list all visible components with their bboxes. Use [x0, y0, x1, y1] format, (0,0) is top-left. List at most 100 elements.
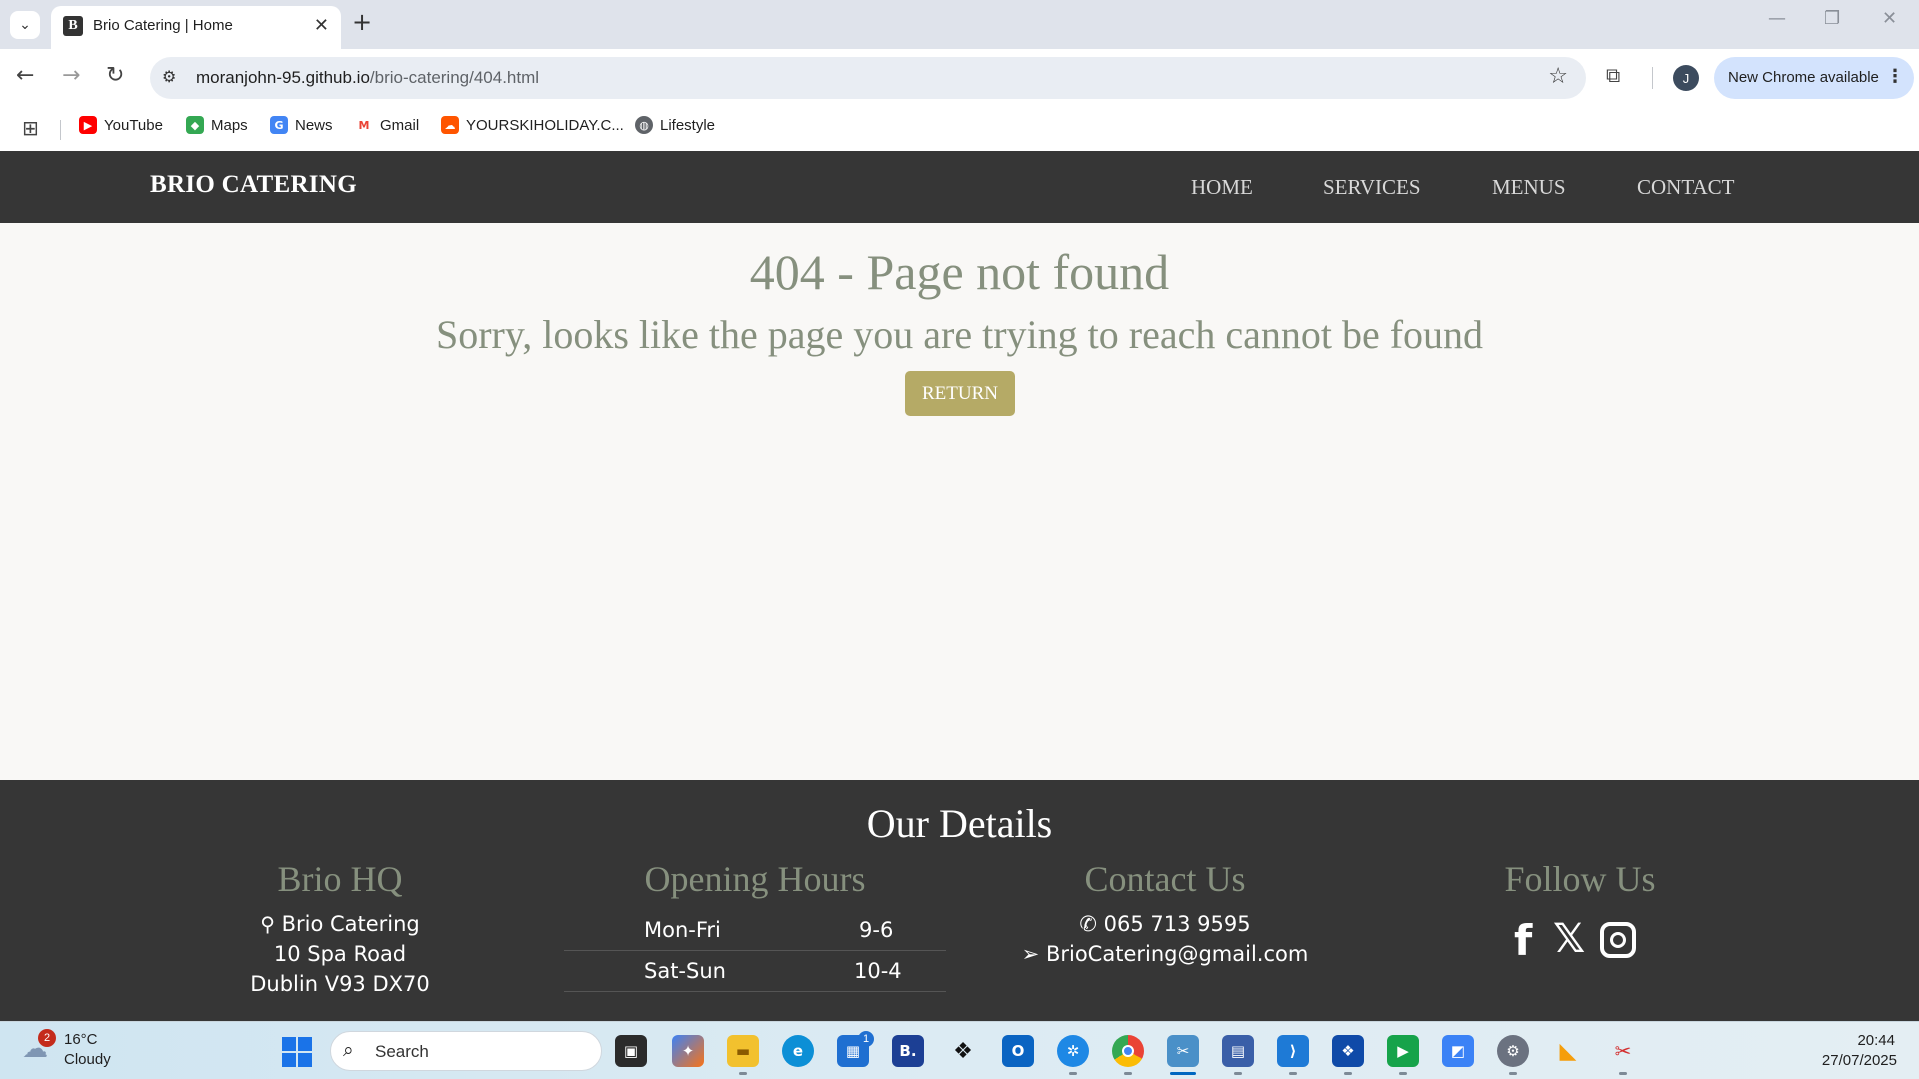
dropbox-icon[interactable]: ❖: [947, 1035, 979, 1067]
taskbar-search[interactable]: ⌕ Search: [330, 1031, 602, 1071]
nav-home[interactable]: HOME: [1191, 175, 1253, 200]
bookmark-maps[interactable]: ◆ Maps: [186, 116, 248, 134]
running-indicator: [1289, 1072, 1297, 1075]
globe-icon: ◍: [635, 116, 653, 134]
map-pin-icon: ⚲: [260, 912, 275, 936]
error-title: 404 - Page not found: [749, 244, 1170, 300]
bookmark-label: YouTube: [104, 116, 163, 134]
weather-temp[interactable]: 16°C: [64, 1031, 98, 1048]
outlook-icon[interactable]: O: [1002, 1035, 1034, 1067]
nav-menus[interactable]: MENUS: [1492, 175, 1566, 200]
bookmark-label: Maps: [211, 116, 248, 134]
clock-time[interactable]: 20:44: [1857, 1032, 1895, 1049]
running-indicator: [1399, 1072, 1407, 1075]
close-tab-icon[interactable]: ✕: [314, 15, 329, 36]
search-label: Search: [375, 1042, 429, 1061]
clock-date[interactable]: 27/07/2025: [1822, 1052, 1897, 1069]
bookmark-lifestyle[interactable]: ◍ Lifestyle: [635, 116, 715, 134]
active-indicator: [1170, 1072, 1196, 1075]
hq-line-2: 10 Spa Road: [273, 942, 407, 966]
close-window-icon[interactable]: ✕: [1882, 8, 1897, 29]
more-menu-icon[interactable]: ⋮: [1886, 66, 1904, 87]
hours-row: Mon-Fri 9-6: [564, 911, 946, 951]
back-icon[interactable]: ←: [16, 63, 34, 88]
running-indicator: [1344, 1072, 1352, 1075]
weather-condition[interactable]: Cloudy: [64, 1051, 111, 1068]
file-explorer-icon[interactable]: ▬: [727, 1035, 759, 1067]
vscode-icon[interactable]: ⟩: [1277, 1035, 1309, 1067]
hours-time: 10-4: [854, 959, 902, 983]
running-indicator: [1069, 1072, 1077, 1075]
restore-icon[interactable]: ❐: [1824, 8, 1840, 29]
app-icon[interactable]: ◣: [1552, 1035, 1584, 1067]
nav-services[interactable]: SERVICES: [1323, 175, 1421, 200]
task-view-icon[interactable]: ▣: [615, 1035, 647, 1067]
address-bar[interactable]: ⚙ moranjohn-95.github.io/brio-catering/4…: [150, 57, 1586, 99]
gmail-icon: M: [355, 116, 373, 134]
site-info-icon[interactable]: ⚙: [162, 67, 176, 86]
tab-search-button[interactable]: ⌄: [10, 11, 40, 39]
bookmark-label: Lifestyle: [660, 116, 716, 134]
contact-email[interactable]: ➢ BrioCatering@gmail.com: [980, 942, 1350, 966]
browser-toolbar: ← → ↻ ⚙ moranjohn-95.github.io/brio-cate…: [0, 49, 1919, 108]
settings-gear-icon[interactable]: ⚙: [1497, 1035, 1529, 1067]
bookmark-yourskiholiday[interactable]: ☁ YOURSKIHOLIDAY.C...: [441, 116, 624, 134]
apps-grid-icon[interactable]: ⊞: [22, 116, 39, 140]
windows-start-button[interactable]: [282, 1037, 312, 1067]
follow-title: Follow Us: [1504, 859, 1656, 899]
url-path: /brio-catering/404.html: [369, 68, 540, 87]
bookmark-label: YOURSKIHOLIDAY.C...: [466, 116, 624, 134]
bookmark-gmail[interactable]: M Gmail: [355, 116, 419, 134]
hq-line-3: Dublin V93 DX70: [250, 972, 430, 996]
forward-icon[interactable]: →: [62, 63, 80, 88]
profile-avatar[interactable]: J: [1673, 65, 1699, 91]
footer-title: Our Details: [866, 801, 1053, 846]
active-tab[interactable]: B Brio Catering | Home ✕: [51, 6, 341, 49]
nav-contact[interactable]: CONTACT: [1637, 175, 1734, 200]
browser-tab-bar: ⌄ B Brio Catering | Home ✕ + — ❐ ✕: [0, 0, 1919, 49]
paper-plane-icon: ➢: [1021, 942, 1040, 966]
maps-icon: ◆: [186, 116, 204, 134]
update-chrome-button[interactable]: New Chrome available ⋮: [1714, 57, 1914, 99]
facebook-icon[interactable]: f: [1514, 916, 1532, 965]
instagram-icon[interactable]: [1600, 922, 1636, 958]
hq-name: Brio Catering: [281, 912, 420, 936]
app-icon[interactable]: ▤: [1222, 1035, 1254, 1067]
tab-title: Brio Catering | Home: [93, 17, 233, 34]
x-icon[interactable]: 𝕏: [1553, 916, 1585, 962]
site-footer: Our Details Brio HQ ⚲ Brio Catering 10 S…: [0, 780, 1919, 1021]
bookmark-star-icon[interactable]: ☆: [1548, 64, 1568, 89]
bookmark-news[interactable]: G News: [270, 116, 333, 134]
contact-phone[interactable]: ✆ 065 713 9595: [1000, 912, 1330, 936]
copilot-icon[interactable]: ✦: [672, 1035, 704, 1067]
return-button[interactable]: RETURN: [905, 371, 1015, 416]
toolbar-divider: [1652, 67, 1653, 89]
windows-taskbar: ☁ 2 16°C Cloudy ⌕ Search ▣ ✦ ▬ e ▦ 1 B. …: [0, 1021, 1919, 1079]
brand-logo-link[interactable]: BRIO CATERING: [150, 171, 357, 199]
snipping-tool-icon[interactable]: ✂: [1167, 1035, 1199, 1067]
url-text[interactable]: moranjohn-95.github.io/brio-catering/404…: [196, 68, 539, 88]
hours-time: 9-6: [859, 918, 894, 942]
photos-icon[interactable]: ◩: [1442, 1035, 1474, 1067]
dropbox-icon[interactable]: ❖: [1332, 1035, 1364, 1067]
hours-days: Mon-Fri: [644, 918, 721, 942]
app-icon[interactable]: ✲: [1057, 1035, 1089, 1067]
chrome-icon[interactable]: [1112, 1035, 1144, 1067]
weather-badge: 2: [38, 1029, 56, 1047]
soundcloud-icon: ☁: [441, 116, 459, 134]
search-icon: ⌕: [343, 1039, 354, 1061]
phone-icon: ✆: [1079, 912, 1097, 936]
bookmark-youtube[interactable]: ▶ YouTube: [79, 116, 163, 134]
contact-title: Contact Us: [1084, 859, 1246, 899]
bookmarks-divider: [60, 120, 61, 140]
booking-icon[interactable]: B.: [892, 1035, 924, 1067]
extensions-icon[interactable]: ⧉: [1606, 63, 1620, 87]
reload-icon[interactable]: ↻: [106, 63, 124, 88]
edge-icon[interactable]: e: [782, 1035, 814, 1067]
new-tab-button[interactable]: +: [352, 8, 372, 36]
app-icon[interactable]: ▶: [1387, 1035, 1419, 1067]
app-icon[interactable]: ✂: [1607, 1035, 1639, 1067]
bookmark-label: Gmail: [380, 116, 420, 134]
minimize-icon[interactable]: —: [1768, 8, 1786, 29]
brio-favicon-icon: B: [63, 16, 83, 36]
